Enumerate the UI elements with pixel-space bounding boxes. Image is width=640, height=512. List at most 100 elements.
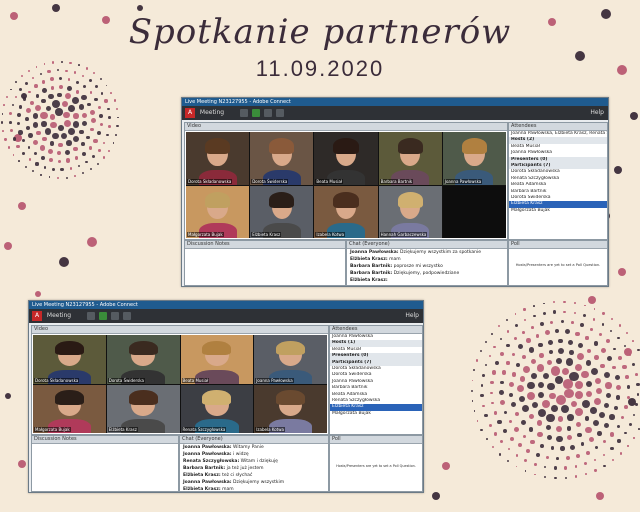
decorative-dot — [533, 314, 536, 318]
notes-pod: Discussion Notes — [184, 240, 346, 286]
chat-text: Dziękujemy wszystkim — [231, 480, 285, 485]
decorative-dot — [521, 354, 526, 359]
window-titlebar: Live Meeting N23127955 - Adobe Connect — [29, 301, 423, 309]
decorative-dot — [523, 308, 526, 311]
camera-icon[interactable] — [110, 312, 119, 320]
decorative-dot — [535, 333, 540, 338]
person-hair — [276, 340, 306, 356]
decorative-dot — [491, 445, 495, 449]
decorative-dot — [557, 416, 564, 423]
decorative-dot — [75, 89, 80, 94]
decorative-dot — [504, 410, 508, 415]
decorative-dot — [471, 399, 474, 402]
chat-message: Barbara Bartnik: Dziękujemy, podpowiedzi… — [347, 270, 507, 277]
decorative-dot — [0, 121, 4, 124]
attendee-item[interactable]: Małgorzata Bujak — [330, 411, 422, 417]
decorative-dot — [68, 128, 75, 136]
decorative-dot — [7, 146, 11, 149]
chat-author: Elżbieta Krasz: — [350, 278, 388, 283]
chat-label: Chat — [349, 241, 361, 247]
decorative-dot — [626, 332, 628, 334]
chat-message: Joanna Pawłowska: Dziękujemy wszystkim — [180, 479, 328, 486]
chat-scope[interactable]: (Everyone) — [362, 241, 389, 247]
decorative-dot — [11, 103, 14, 107]
decorative-dot — [612, 365, 617, 370]
decorative-dot — [609, 414, 615, 420]
decorative-dot — [19, 88, 23, 92]
video-tile-name: Joanna Pawłowska — [255, 377, 294, 383]
video-tile: Joanna Pawłowska — [442, 132, 506, 185]
decorative-dot — [65, 93, 71, 100]
decorative-dot — [561, 367, 569, 375]
microphone-icon[interactable] — [251, 109, 260, 117]
decorative-dot — [556, 394, 567, 405]
decorative-dot — [493, 345, 496, 349]
decorative-dot — [107, 108, 110, 111]
decorative-dot — [480, 384, 483, 387]
decorative-dot — [529, 414, 534, 420]
decorative-dot — [570, 444, 576, 450]
meeting-menu[interactable]: Meeting — [47, 312, 71, 319]
decorative-dot — [32, 170, 35, 173]
video-tile-name: Małgorzata Bujak — [187, 232, 224, 237]
decorative-dot — [616, 424, 620, 428]
decorative-dot — [41, 99, 46, 104]
decorative-dot — [597, 430, 602, 436]
decorative-dot — [521, 330, 525, 334]
video-tile-name: Izabela Kotwa — [315, 232, 346, 237]
video-tile-name: Beata Musiał — [181, 377, 210, 383]
chat-log: Joanna Pawłowska: Dziękujemy wszystkim z… — [347, 249, 507, 284]
help-menu[interactable]: Help — [405, 309, 419, 323]
decorative-dot — [584, 473, 587, 475]
decorative-dot — [518, 395, 526, 403]
chat-author: Barbara Bartnik: — [350, 271, 393, 276]
decorative-dot — [543, 373, 550, 379]
decorative-dot — [568, 350, 574, 355]
decorative-dot — [517, 385, 525, 393]
meeting-menu[interactable]: Meeting — [200, 109, 224, 116]
decorative-dot — [55, 108, 63, 116]
attendee-item[interactable]: Małgorzata Bujak — [509, 208, 607, 214]
decorative-dot — [544, 329, 551, 336]
chat-log: Joanna Pawłowska: Witamy Panie Joanna Paw… — [180, 444, 328, 492]
decorative-dot — [49, 141, 55, 147]
decorative-dot — [500, 440, 504, 444]
raise-hand-icon[interactable] — [275, 109, 284, 117]
decorative-dot — [476, 419, 479, 422]
chat-pod-header: Chat (Everyone) — [180, 436, 328, 444]
decorative-dot — [52, 167, 55, 171]
decorative-dot — [630, 112, 638, 120]
decorative-dot — [65, 176, 68, 179]
poll-message: Hosts/Presenters are yet to set a Poll Q… — [515, 263, 601, 267]
decorative-dot — [592, 318, 596, 321]
camera-icon[interactable] — [263, 109, 272, 117]
decorative-dot — [24, 165, 27, 168]
chat-author: Elżbieta Krasz: — [183, 487, 221, 492]
chat-text: też ci słychać — [220, 473, 253, 478]
decorative-dot — [550, 320, 554, 324]
decorative-dot — [632, 362, 636, 366]
decorative-dot — [17, 122, 21, 126]
decorative-dot — [116, 116, 119, 119]
chat-scope[interactable]: (Everyone) — [195, 436, 222, 442]
decorative-dot — [115, 133, 117, 136]
raise-hand-icon[interactable] — [122, 312, 131, 320]
audio-icon[interactable] — [240, 109, 249, 117]
decorative-dot — [34, 84, 38, 89]
decorative-dot — [531, 372, 538, 379]
decorative-dot — [536, 364, 545, 372]
help-menu[interactable]: Help — [590, 106, 604, 120]
audio-icon[interactable] — [87, 312, 96, 320]
decorative-dot — [485, 438, 488, 440]
decorative-dot — [609, 432, 615, 437]
chat-message: Barbara Bartnik: ja też już jestem — [180, 465, 328, 472]
decorative-dot — [618, 355, 623, 360]
decorative-dot — [548, 18, 556, 26]
decorative-dot — [61, 101, 68, 108]
decorative-dot — [537, 408, 546, 417]
chat-author: Elżbieta Krasz: — [183, 473, 221, 478]
microphone-icon[interactable] — [98, 312, 107, 320]
chat-text: mam — [387, 257, 401, 262]
decorative-dot — [480, 394, 484, 398]
decorative-dot — [556, 435, 563, 443]
